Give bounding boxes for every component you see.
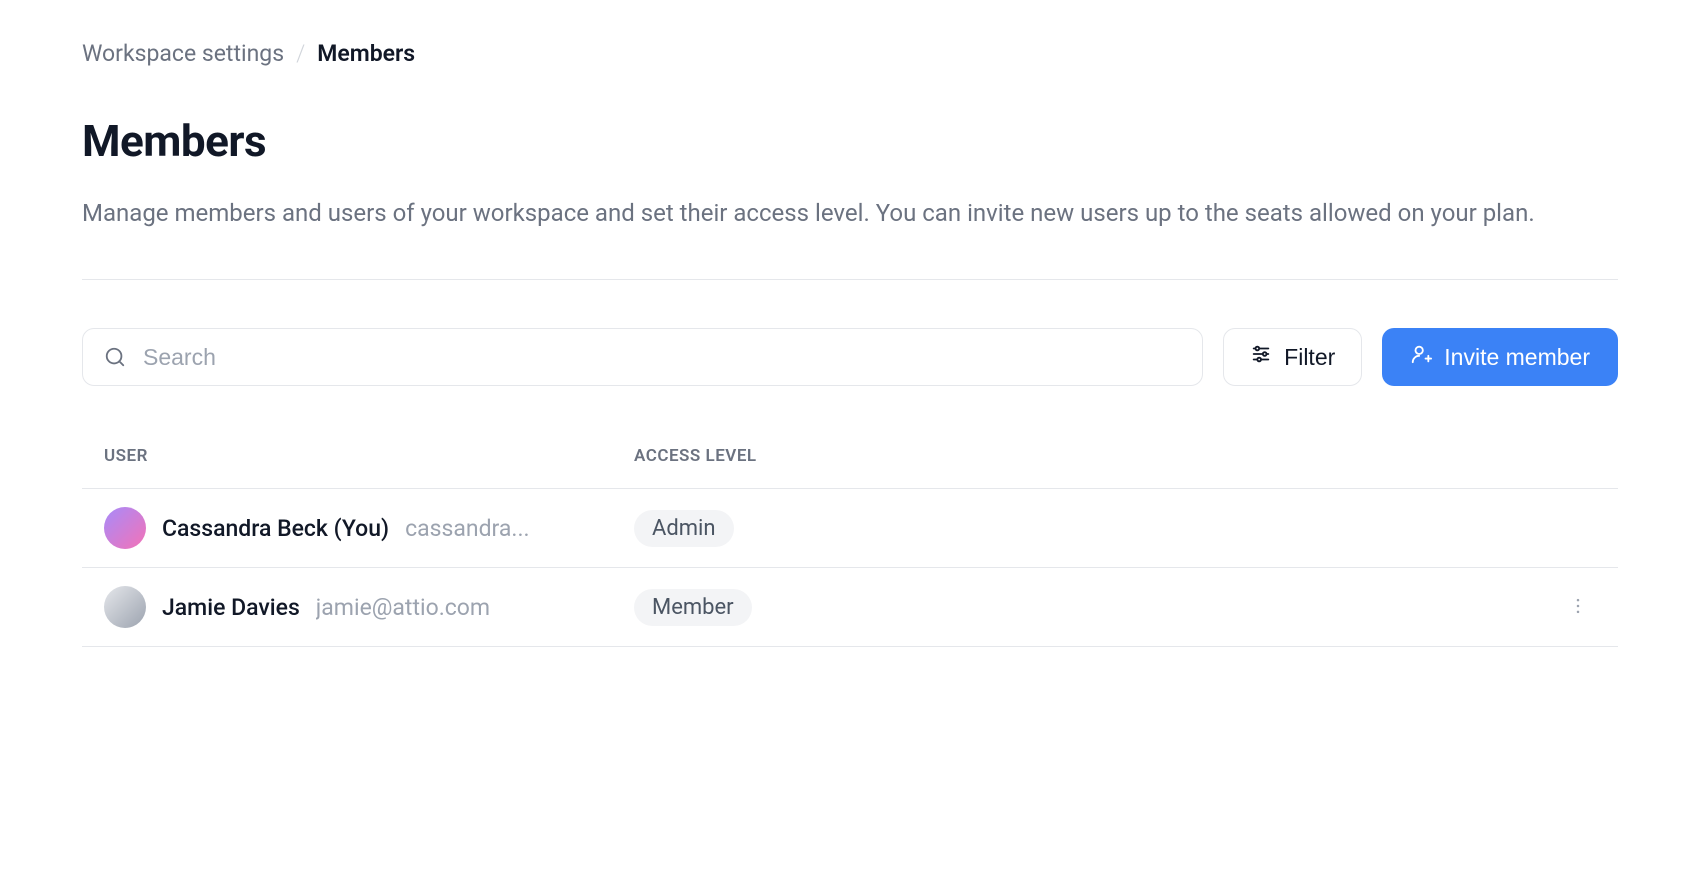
cell-access: Member [634,589,1556,626]
search-icon [104,346,126,368]
breadcrumb-parent[interactable]: Workspace settings [82,40,284,67]
breadcrumb-current: Members [317,40,415,67]
members-table: USER ACCESS LEVEL Cassandra Beck (You) c… [82,446,1618,647]
column-header-user: USER [104,446,634,466]
avatar [104,586,146,628]
table-row: Cassandra Beck (You) cassandra... Admin [82,489,1618,568]
invite-label: Invite member [1444,344,1590,371]
user-name: Cassandra Beck (You) [162,515,389,542]
search-wrapper [82,328,1203,386]
user-name: Jamie Davies [162,594,300,621]
cell-user: Jamie Davies jamie@attio.com [104,586,634,628]
cell-access: Admin [634,510,1556,547]
role-badge: Member [634,589,752,626]
user-plus-icon [1410,343,1432,371]
avatar [104,507,146,549]
table-row: Jamie Davies jamie@attio.com Member [82,568,1618,647]
table-header: USER ACCESS LEVEL [82,446,1618,489]
column-header-access: ACCESS LEVEL [634,446,1596,466]
breadcrumb-separator: / [296,40,305,67]
filter-icon [1250,343,1272,371]
more-vertical-icon [1568,596,1588,619]
user-email: cassandra... [405,515,530,542]
divider [82,279,1618,280]
page-title: Members [82,115,1618,167]
cell-actions [1556,588,1596,627]
filter-button[interactable]: Filter [1223,328,1362,386]
search-input[interactable] [82,328,1203,386]
user-email: jamie@attio.com [316,594,490,621]
role-badge: Admin [634,510,734,547]
page-description: Manage members and users of your workspa… [82,195,1618,231]
more-button[interactable] [1560,588,1596,627]
filter-label: Filter [1284,344,1335,371]
breadcrumb: Workspace settings / Members [82,40,1618,67]
controls-row: Filter Invite member [82,328,1618,386]
invite-member-button[interactable]: Invite member [1382,328,1618,386]
cell-user: Cassandra Beck (You) cassandra... [104,507,634,549]
